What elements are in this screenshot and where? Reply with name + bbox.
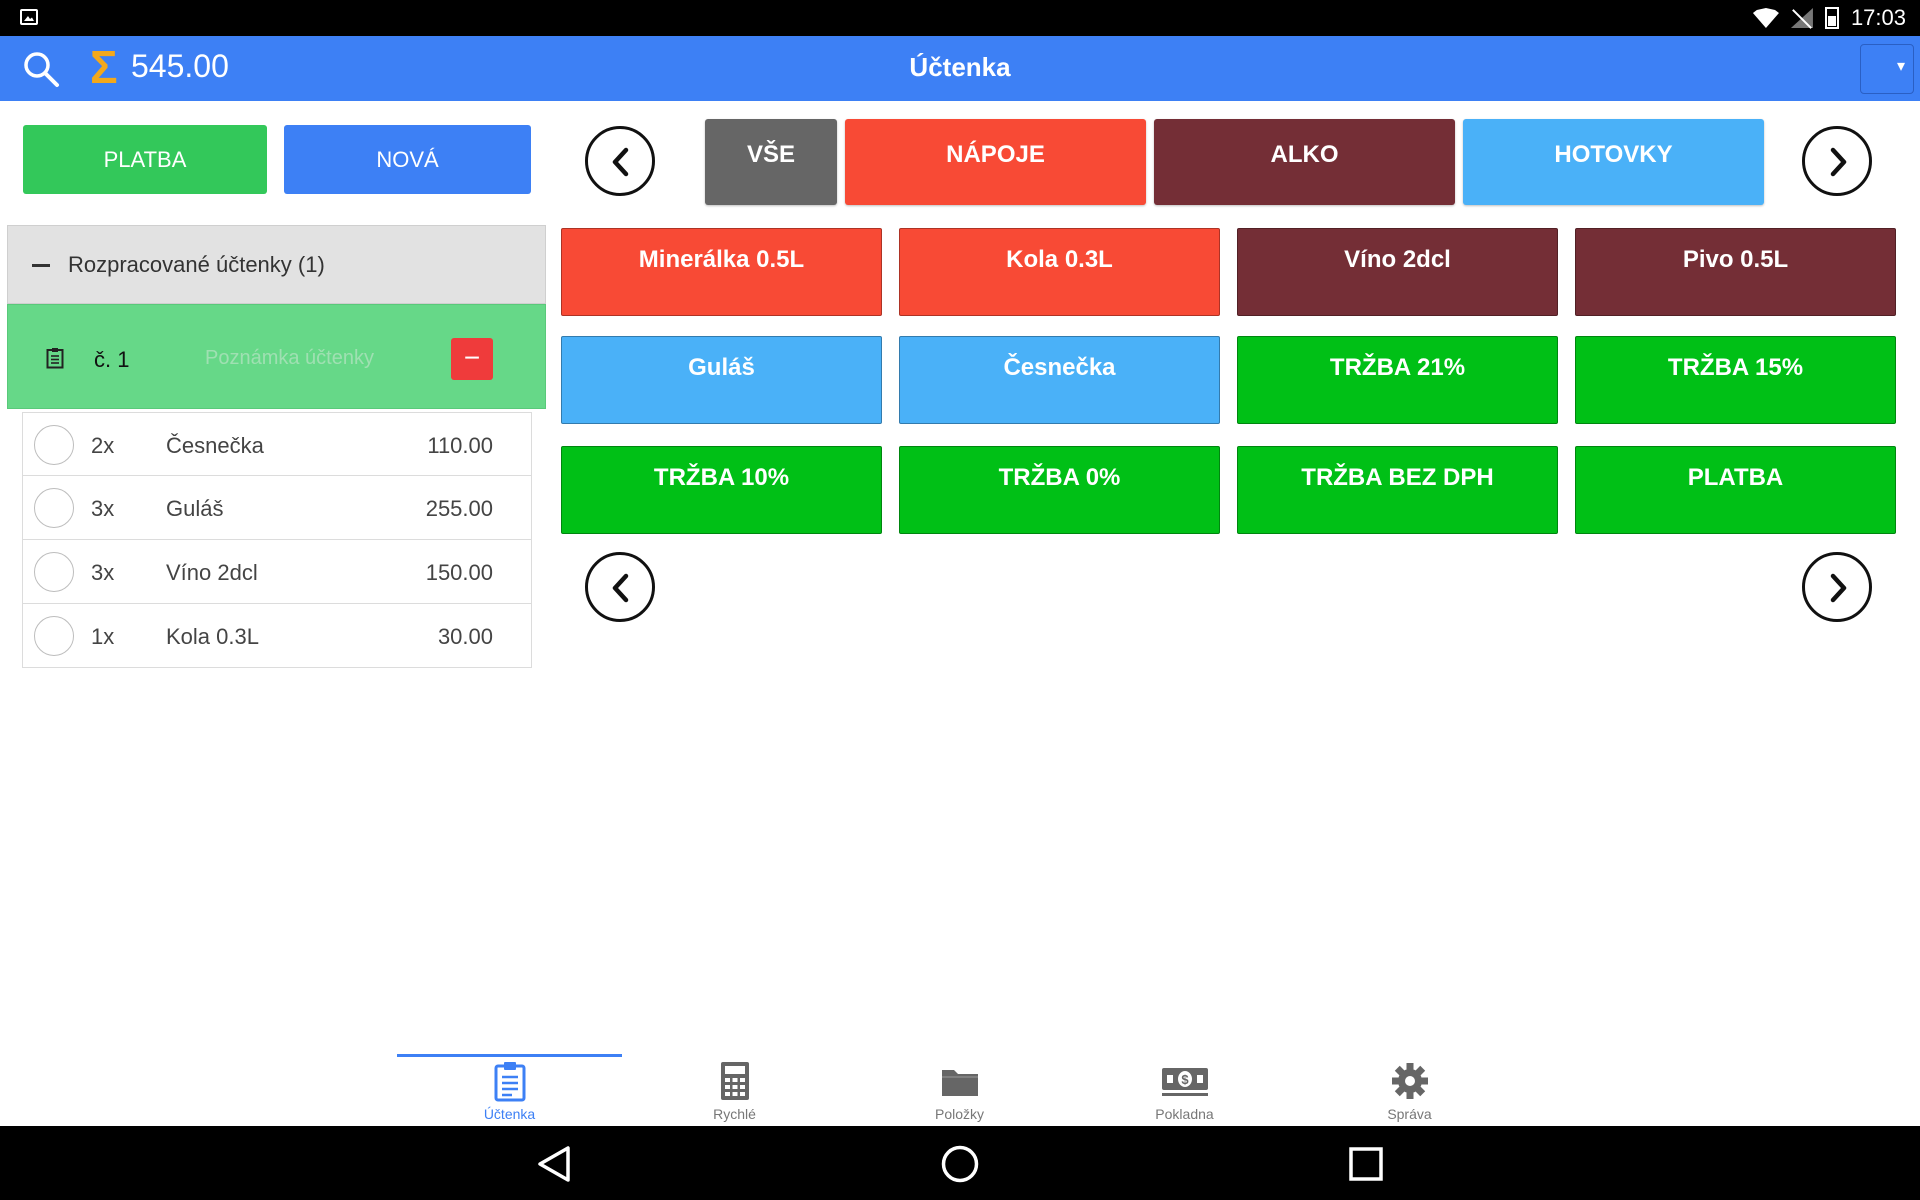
item-name: Kola 0.3L (166, 624, 259, 649)
tab-items[interactable]: Položky (847, 1060, 1072, 1126)
product-tile[interactable]: PLATBA (1575, 446, 1896, 534)
tab-label: Rychlé (713, 1106, 756, 1122)
new-receipt-button[interactable]: NOVÁ (284, 125, 531, 194)
bottom-nav: Účtenka Rychlé Položky $ Pokladna Správa (0, 1046, 1920, 1126)
pay-button[interactable]: PLATBA (23, 125, 267, 194)
cash-icon: $ (1161, 1068, 1208, 1096)
app-bar: Σ 545.00 Účtenka (0, 36, 1920, 101)
category-ready-meals[interactable]: HOTOVKY (1463, 119, 1764, 205)
receipt-note-input[interactable]: Poznámka účtenky (205, 347, 374, 370)
receipt-number: č. 1 (94, 347, 130, 372)
product-tile[interactable]: TRŽBA 15% (1575, 336, 1896, 424)
product-tile[interactable]: Minerálka 0.5L (561, 228, 882, 316)
item-select-radio[interactable] (34, 616, 74, 656)
active-tab-indicator (397, 1054, 622, 1057)
page-title: Účtenka (909, 52, 1011, 82)
gear-icon (1391, 1063, 1428, 1099)
open-receipts-header[interactable]: Rozpracované účtenky (1) (7, 225, 546, 304)
tab-receipt[interactable]: Účtenka (397, 1060, 622, 1126)
product-tile[interactable]: Guláš (561, 336, 882, 424)
receipt-items-list: 2x Česnečka 110.00 3x Guláš 255.00 3x Ví… (22, 412, 532, 668)
list-item[interactable]: 3x Víno 2dcl 150.00 (22, 540, 532, 604)
receipt-icon (46, 348, 64, 369)
categories-next-button[interactable] (1802, 126, 1872, 196)
chevron-right-icon (1830, 147, 1847, 177)
item-qty: 3x (91, 560, 115, 585)
collapse-icon (32, 264, 50, 267)
item-price: 30.00 (437, 624, 493, 649)
open-receipts-label: Rozpracované účtenky (1) (68, 252, 325, 277)
item-select-radio[interactable] (34, 425, 74, 465)
battery-icon (1824, 7, 1839, 29)
category-alcohol[interactable]: ALKO (1154, 119, 1455, 205)
product-tile[interactable]: TRŽBA 10% (561, 446, 882, 534)
products-prev-button[interactable] (585, 552, 655, 622)
receipt-row[interactable]: č. 1 Poznámka účtenky − (7, 304, 546, 409)
product-tile[interactable]: TRŽBA 0% (899, 446, 1220, 534)
tab-quick[interactable]: Rychlé (622, 1060, 847, 1126)
item-qty: 1x (91, 624, 115, 649)
product-tile[interactable]: TRŽBA 21% (1237, 336, 1558, 424)
product-tile[interactable]: TRŽBA BEZ DPH (1237, 446, 1558, 534)
list-item[interactable]: 2x Česnečka 110.00 (22, 412, 532, 476)
recents-icon[interactable] (1348, 1144, 1384, 1184)
menu-dropdown[interactable] (1860, 44, 1914, 94)
tab-label: Položky (934, 1106, 985, 1122)
chevron-left-icon (612, 573, 629, 603)
product-tile[interactable]: Kola 0.3L (899, 228, 1220, 316)
svg-text:$: $ (1181, 1072, 1189, 1087)
status-bar: 17:03 (0, 0, 1920, 36)
tab-label: Správa (1387, 1106, 1432, 1122)
item-select-radio[interactable] (34, 488, 74, 528)
list-item[interactable]: 1x Kola 0.3L 30.00 (22, 604, 532, 668)
item-qty: 2x (91, 433, 115, 458)
delete-receipt-button[interactable]: − (451, 338, 493, 380)
folder-icon (941, 1070, 978, 1096)
category-drinks[interactable]: NÁPOJE (845, 119, 1146, 205)
chevron-left-icon (612, 147, 629, 177)
category-all[interactable]: VŠE (705, 119, 837, 205)
list-item[interactable]: 3x Guláš 255.00 (22, 476, 532, 540)
categories-prev-button[interactable] (585, 126, 655, 196)
item-price: 110.00 (427, 433, 493, 458)
item-price: 150.00 (425, 560, 493, 585)
item-name: Guláš (166, 496, 224, 521)
back-icon[interactable] (536, 1144, 572, 1184)
chevron-right-icon (1830, 573, 1847, 603)
status-time: 17:03 (1850, 5, 1906, 30)
product-tile[interactable]: Česnečka (899, 336, 1220, 424)
item-name: Česnečka (166, 433, 264, 458)
system-nav-bar (0, 1126, 1920, 1200)
tab-label: Pokladna (1155, 1106, 1214, 1122)
product-tile[interactable]: Pivo 0.5L (1575, 228, 1896, 316)
product-tile[interactable]: Víno 2dcl (1237, 228, 1558, 316)
wifi-icon (1752, 8, 1779, 28)
no-signal-icon (1791, 8, 1813, 28)
item-select-radio[interactable] (34, 552, 74, 592)
calculator-icon (720, 1062, 749, 1100)
tab-settings[interactable]: Správa (1297, 1060, 1522, 1126)
tab-cash-register[interactable]: $ Pokladna (1072, 1060, 1297, 1126)
home-icon[interactable] (940, 1144, 980, 1184)
clipboard-icon (494, 1062, 525, 1102)
item-name: Víno 2dcl (166, 560, 258, 585)
image-notification-icon (20, 9, 38, 25)
tab-label: Účtenka (483, 1106, 536, 1122)
item-price: 255.00 (425, 496, 493, 521)
status-icons: 17:03 (1752, 5, 1906, 30)
item-qty: 3x (91, 496, 115, 521)
products-next-button[interactable] (1802, 552, 1872, 622)
